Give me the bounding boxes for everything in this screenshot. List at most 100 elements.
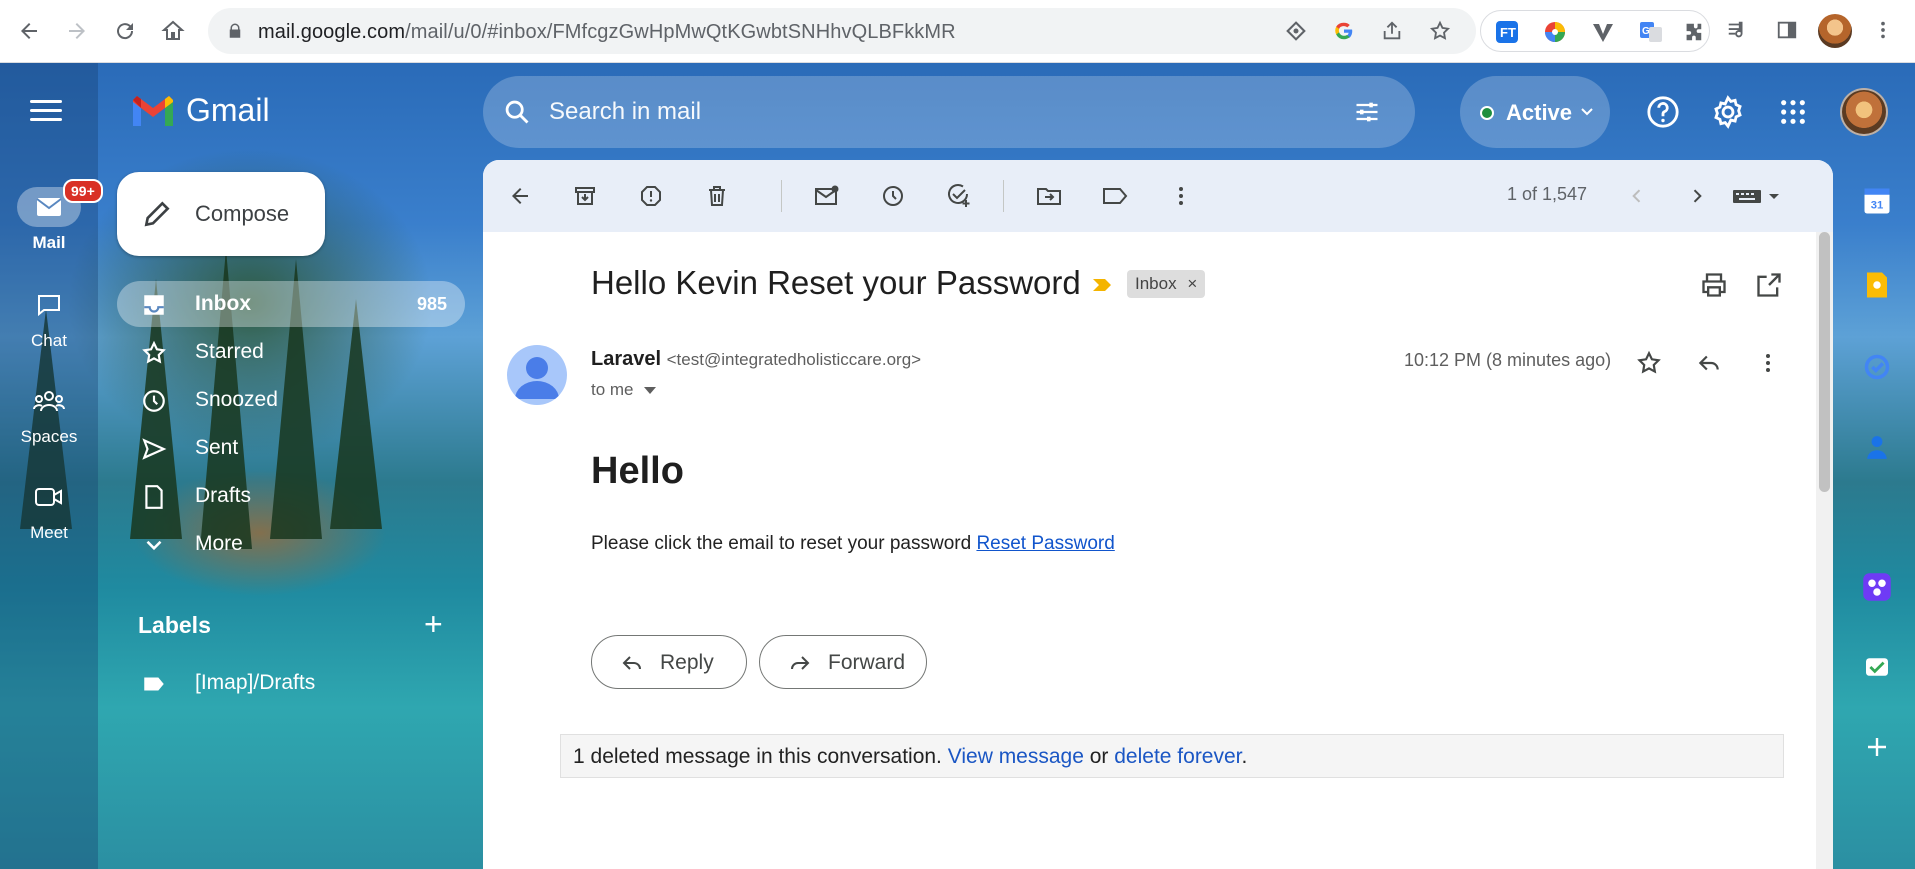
spaces-icon: [33, 391, 65, 412]
help-icon[interactable]: [1645, 94, 1681, 130]
calendar-icon[interactable]: 31: [1860, 184, 1894, 218]
search-input[interactable]: Search in mail: [483, 76, 1415, 148]
rail-meet[interactable]: Meet: [0, 477, 98, 543]
open-in-new-window-icon[interactable]: [1755, 271, 1783, 299]
main-menu-icon[interactable]: [30, 100, 62, 124]
nav-item-starred[interactable]: Starred: [117, 329, 465, 375]
more-vert-icon[interactable]: [1167, 182, 1195, 210]
deleted-message-notice: 1 deleted message in this conversation. …: [560, 734, 1784, 778]
lens-icon[interactable]: [1284, 19, 1308, 43]
media-icon[interactable]: [1724, 17, 1750, 43]
nav-item-label: Drafts: [195, 484, 252, 507]
recipients-toggle[interactable]: to me: [591, 380, 657, 400]
scrollbar-thumb[interactable]: [1819, 232, 1830, 492]
important-marker-icon[interactable]: [1091, 277, 1113, 293]
star-icon[interactable]: [1635, 349, 1663, 377]
archive-icon[interactable]: [571, 182, 599, 210]
message-toolbar: 1 of 1,547: [483, 160, 1833, 232]
delete-trash-icon[interactable]: [703, 182, 731, 210]
keep-icon[interactable]: [1860, 268, 1894, 302]
translate-extension-icon[interactable]: G: [1639, 20, 1663, 44]
mark-unread-icon[interactable]: [813, 182, 841, 210]
svg-text:FT: FT: [1500, 25, 1516, 40]
view-message-link[interactable]: View message: [948, 745, 1084, 768]
chevron-left-icon[interactable]: [1623, 182, 1651, 210]
nav-item-sent[interactable]: Sent: [117, 425, 465, 471]
recipients-label: to me: [591, 380, 634, 399]
apps-grid-icon[interactable]: [1775, 94, 1811, 130]
sender-avatar[interactable]: [507, 345, 567, 405]
chevron-right-icon[interactable]: [1683, 182, 1711, 210]
addon-purple-icon[interactable]: [1860, 570, 1894, 604]
scrollbar[interactable]: [1816, 232, 1833, 869]
contacts-icon[interactable]: [1860, 430, 1894, 464]
tasks-icon[interactable]: [1860, 350, 1894, 384]
input-tools-keyboard-icon[interactable]: [1727, 182, 1787, 210]
email-body-text: Please click the email to reset your pas…: [591, 533, 1115, 555]
side-panel-icon[interactable]: [1774, 17, 1800, 43]
reply-icon[interactable]: [1695, 349, 1723, 377]
home-icon[interactable]: [154, 12, 192, 50]
move-to-folder-icon[interactable]: [1035, 182, 1063, 210]
rail-spaces-label: Spaces: [20, 427, 78, 446]
search-icon[interactable]: [503, 98, 531, 126]
rail-mail[interactable]: 99+ Mail: [0, 179, 103, 253]
message-subject: Hello Kevin Reset your Password: [591, 264, 1081, 301]
more-vert-icon[interactable]: [1870, 17, 1896, 43]
report-spam-icon[interactable]: [637, 182, 665, 210]
gmail-logo[interactable]: Gmail: [130, 92, 270, 129]
more-vert-icon[interactable]: [1754, 349, 1782, 377]
puzzle-icon[interactable]: [1681, 20, 1705, 44]
ft-extension-icon[interactable]: FT: [1495, 20, 1519, 44]
compose-button[interactable]: Compose: [117, 172, 325, 256]
nav-item-label: Snoozed: [195, 388, 278, 411]
delete-forever-link[interactable]: delete forever: [1114, 745, 1241, 768]
rail-chat[interactable]: Chat: [0, 285, 98, 351]
reload-icon[interactable]: [106, 12, 144, 50]
labels-heading: Labels: [138, 612, 211, 638]
or-text: or: [1083, 745, 1115, 768]
account-avatar[interactable]: [1840, 88, 1888, 136]
status-label: Active: [1506, 100, 1573, 125]
addon-check-icon[interactable]: [1860, 650, 1894, 684]
google-icon[interactable]: [1332, 19, 1356, 43]
label-icon[interactable]: [1101, 182, 1129, 210]
reset-password-link[interactable]: Reset Password: [976, 533, 1114, 554]
add-label-icon[interactable]: +: [424, 608, 443, 640]
add-to-tasks-icon[interactable]: [945, 182, 973, 210]
v-extension-icon[interactable]: [1591, 20, 1615, 44]
unread-count: 985: [416, 294, 447, 314]
snooze-clock-icon[interactable]: [879, 182, 907, 210]
nav-item-inbox[interactable]: Inbox 985: [117, 281, 465, 327]
email-body-heading: Hello: [591, 450, 684, 492]
get-addons-plus-icon[interactable]: [1860, 730, 1894, 764]
reply-button[interactable]: Reply: [591, 635, 747, 689]
remove-label-icon[interactable]: ×: [1187, 274, 1197, 293]
nav-item-drafts[interactable]: Drafts: [117, 473, 465, 519]
status-dropdown[interactable]: Active: [1460, 76, 1610, 148]
address-bar[interactable]: mail.google.com/mail/u/0/#inbox/FMfcgzGw…: [208, 8, 1476, 54]
arrow-forward-icon[interactable]: [58, 12, 96, 50]
rail-meet-label: Meet: [30, 523, 68, 542]
back-to-inbox-icon[interactable]: [506, 182, 534, 210]
bookmark-star-icon[interactable]: [1428, 19, 1452, 43]
search-options-icon[interactable]: [1353, 98, 1381, 126]
send-icon: [142, 438, 167, 460]
chat-icon: [38, 295, 60, 317]
chevron-down-icon: [146, 540, 162, 551]
print-icon[interactable]: [1700, 271, 1728, 299]
nav-item-label: [Imap]/Drafts: [195, 671, 316, 694]
rail-spaces[interactable]: Spaces: [0, 381, 98, 447]
nav-item-more[interactable]: More: [117, 521, 465, 567]
forward-button[interactable]: Forward: [759, 635, 927, 689]
share-icon[interactable]: [1380, 19, 1404, 43]
pencil-icon: [144, 201, 170, 227]
arrow-back-icon[interactable]: [10, 12, 48, 50]
color-wheel-extension-icon[interactable]: [1543, 20, 1567, 44]
settings-gear-icon[interactable]: [1710, 94, 1746, 130]
browser-profile-avatar[interactable]: [1818, 14, 1852, 48]
draft-icon: [145, 485, 163, 509]
svg-text:G: G: [1642, 26, 1650, 37]
nav-item-label-imap-drafts[interactable]: [Imap]/Drafts: [117, 660, 465, 706]
nav-item-snoozed[interactable]: Snoozed: [117, 377, 465, 423]
